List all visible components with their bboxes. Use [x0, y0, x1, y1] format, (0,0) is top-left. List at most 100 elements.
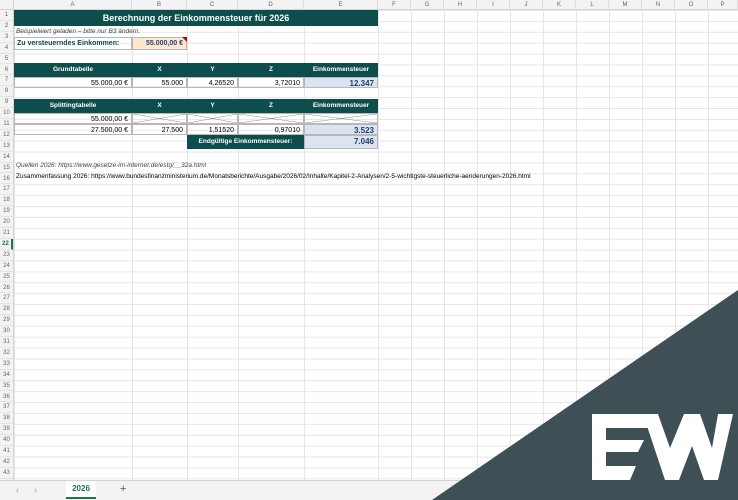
row-header-4[interactable]: 4 — [0, 43, 13, 54]
row-header-35[interactable]: 35 — [0, 381, 13, 392]
row-header-14[interactable]: 14 — [0, 152, 13, 163]
comment-indicator-icon — [182, 37, 187, 42]
instruction-note[interactable]: Beispielwert geladen – bitte nur B3 ände… — [16, 26, 316, 37]
column-header-f[interactable]: F — [378, 0, 411, 10]
grund-header-z[interactable]: Z — [238, 63, 304, 77]
column-header-o[interactable]: O — [675, 0, 708, 10]
row-header-8[interactable]: 8 — [0, 86, 13, 98]
row-header-39[interactable]: 39 — [0, 424, 13, 436]
grund-header-y[interactable]: Y — [187, 63, 238, 77]
grund-tax-cell[interactable]: 12.347 — [304, 77, 378, 88]
row-header-32[interactable]: 32 — [0, 348, 13, 359]
split-header-tax[interactable]: Einkommensteuer — [304, 99, 378, 113]
row-header-41[interactable]: 41 — [0, 446, 13, 457]
split-y-cell[interactable]: 1,51520 — [187, 124, 238, 135]
column-header-e[interactable]: E — [304, 0, 378, 10]
column-header-c[interactable]: C — [187, 0, 238, 10]
row-header-38[interactable]: 38 — [0, 413, 13, 425]
row-header-9[interactable]: 9 — [0, 97, 13, 109]
split-header-label[interactable]: Splittingtabelle — [14, 99, 132, 113]
grund-income-cell[interactable]: 55.000,00 € — [14, 77, 132, 88]
add-sheet-icon[interactable]: + — [120, 483, 126, 495]
row-header-31[interactable]: 31 — [0, 337, 13, 348]
grund-header-x[interactable]: X — [132, 63, 187, 77]
row-header-27[interactable]: 27 — [0, 293, 13, 305]
column-header-a[interactable]: A — [14, 0, 132, 10]
column-header-j[interactable]: J — [510, 0, 543, 10]
split-header-x[interactable]: X — [132, 99, 187, 113]
input-label[interactable]: Zu versteuerndes Einkommen: — [14, 37, 132, 50]
row-header-17[interactable]: 17 — [0, 184, 13, 196]
row-header-25[interactable]: 25 — [0, 272, 13, 283]
row-header-5[interactable]: 5 — [0, 54, 13, 65]
row-header-6[interactable]: 6 — [0, 65, 13, 76]
row-header-2[interactable]: 2 — [0, 21, 13, 32]
row-header-29[interactable]: 29 — [0, 315, 13, 327]
grund-header-tax[interactable]: Einkommensteuer — [304, 63, 378, 77]
split-crossed-z-cell[interactable] — [238, 113, 304, 124]
next-sheet-icon[interactable]: › — [34, 485, 37, 495]
split-x-cell[interactable]: 27.500 — [132, 124, 187, 135]
split-header-z[interactable]: Z — [238, 99, 304, 113]
split-crossed-y-cell[interactable] — [187, 113, 238, 124]
split-half-income-cell[interactable]: 27.500,00 € — [14, 124, 132, 135]
split-z-cell[interactable]: 0,97010 — [238, 124, 304, 135]
row-header-37[interactable]: 37 — [0, 402, 13, 414]
split-total-income-cell[interactable]: 55.000,00 € — [14, 113, 132, 124]
row-header-20[interactable]: 20 — [0, 217, 13, 228]
column-header-d[interactable]: D — [238, 0, 304, 10]
income-input-cell[interactable]: 55.000,00 € — [132, 37, 187, 50]
sheet-tab-2026[interactable]: 2026 — [66, 481, 96, 499]
row-header-3[interactable]: 3 — [0, 32, 13, 43]
row-header-7[interactable]: 7 — [0, 75, 13, 87]
split-crossed-x-cell[interactable] — [132, 113, 187, 124]
row-header-28[interactable]: 28 — [0, 304, 13, 316]
column-header-m[interactable]: M — [609, 0, 642, 10]
row-header-1[interactable]: 1 — [0, 10, 13, 21]
column-header-g[interactable]: G — [411, 0, 444, 10]
row-header-30[interactable]: 30 — [0, 326, 13, 337]
row-header-21[interactable]: 21 — [0, 228, 13, 239]
split-crossed-tax-cell[interactable] — [304, 113, 378, 124]
grund-x-cell[interactable]: 55.000 — [132, 77, 187, 88]
row-header-15[interactable]: 15 — [0, 163, 13, 174]
split-header-y[interactable]: Y — [187, 99, 238, 113]
grund-y-cell[interactable]: 4,26520 — [187, 77, 238, 88]
grund-header-label[interactable]: Grundtabelle — [14, 63, 132, 77]
row-header-26[interactable]: 26 — [0, 283, 13, 294]
column-header-p[interactable]: P — [708, 0, 738, 10]
row-header-19[interactable]: 19 — [0, 206, 13, 218]
row-header-12[interactable]: 12 — [0, 130, 13, 141]
row-header-22[interactable]: 22 — [0, 238, 13, 250]
grund-z-cell[interactable]: 3,72010 — [238, 77, 304, 88]
row-header-42[interactable]: 42 — [0, 457, 13, 468]
row-header-18[interactable]: 18 — [0, 195, 13, 207]
sheet-title[interactable]: Berechnung der Einkommensteuer für 2026 — [14, 10, 378, 26]
column-header-b[interactable]: B — [132, 0, 187, 10]
summary-note[interactable]: Zusammenfassung 2026: https://www.bundes… — [16, 171, 716, 182]
column-header-l[interactable]: L — [576, 0, 609, 10]
row-header-11[interactable]: 11 — [0, 119, 13, 130]
split-tax-cell[interactable]: 3.523 — [304, 124, 378, 135]
row-header-13[interactable]: 13 — [0, 141, 13, 152]
column-header-k[interactable]: K — [543, 0, 576, 10]
final-tax-label[interactable]: Endgültige Einkommensteuer: — [187, 135, 304, 149]
row-header-16[interactable]: 16 — [0, 174, 13, 185]
row-header-40[interactable]: 40 — [0, 435, 13, 446]
column-header-n[interactable]: N — [642, 0, 675, 10]
row-header-43[interactable]: 43 — [0, 468, 13, 479]
prev-sheet-icon[interactable]: ‹ — [16, 485, 19, 495]
source-note[interactable]: Quellen 2026: https://www.gesetze-im-int… — [16, 160, 416, 171]
row-header-bar: 1 2 3 4 5 6 7 8 9 10 11 12 13 14 15 16 17 18 19 20 21 22 23 24 2… — [0, 10, 14, 480]
column-header-i[interactable]: I — [477, 0, 510, 10]
column-header-h[interactable]: H — [444, 0, 477, 10]
row-header-23[interactable]: 23 — [0, 250, 13, 261]
sheet-tab-bar: ‹ › 2026 + — [0, 480, 738, 500]
row-header-34[interactable]: 34 — [0, 370, 13, 381]
row-header-36[interactable]: 36 — [0, 392, 13, 403]
select-all-corner[interactable] — [0, 0, 14, 10]
row-header-10[interactable]: 10 — [0, 108, 13, 119]
final-tax-cell[interactable]: 7.046 — [304, 135, 378, 149]
row-header-33[interactable]: 33 — [0, 359, 13, 370]
row-header-24[interactable]: 24 — [0, 261, 13, 272]
